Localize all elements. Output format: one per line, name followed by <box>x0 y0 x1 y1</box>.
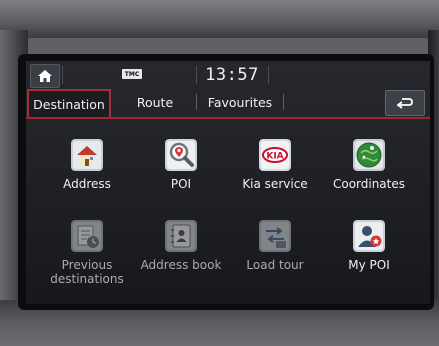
address-book-icon <box>165 220 197 252</box>
kia-logo-icon: KIA <box>259 139 291 171</box>
globe-coordinates-icon <box>353 139 385 171</box>
home-button[interactable] <box>30 64 60 88</box>
menu-item-my-poi[interactable]: My POI <box>321 220 417 272</box>
status-bar: TMC 13:57 <box>26 61 430 88</box>
menu-item-label-line: destinations <box>50 272 124 286</box>
menu-item-label: POI <box>170 177 192 191</box>
menu-item-load-tour[interactable]: Load tour <box>227 220 323 272</box>
menu-item-label: Coordinates <box>332 177 406 191</box>
home-icon <box>38 70 52 82</box>
status-divider <box>62 66 63 84</box>
menu-item-label: Address book <box>140 258 222 272</box>
menu-item-coordinates[interactable]: Coordinates <box>321 139 417 191</box>
address-house-icon <box>71 139 103 171</box>
tmc-indicator: TMC <box>122 69 142 79</box>
load-tour-icon <box>259 220 291 252</box>
back-arrow-icon <box>396 98 413 109</box>
svg-text:KIA: KIA <box>266 152 283 162</box>
dashboard-bezel-top <box>0 0 439 38</box>
poi-magnifier-icon <box>165 139 197 171</box>
tab-divider <box>283 94 284 110</box>
navigation-screen: TMC 13:57 Destination Route Favourites A… <box>26 61 430 304</box>
menu-item-address[interactable]: Address <box>39 139 135 191</box>
menu-item-label: Previous destinations <box>39 258 135 286</box>
menu-item-label: Address <box>63 177 111 191</box>
my-poi-icon <box>353 220 385 252</box>
tab-route[interactable]: Route <box>114 91 196 114</box>
menu-item-label: My POI <box>348 258 390 272</box>
tab-favourites[interactable]: Favourites <box>198 91 282 114</box>
menu-item-label-line: Previous <box>61 258 113 272</box>
status-divider <box>268 66 269 84</box>
tab-underline <box>26 117 430 119</box>
menu-item-kia-service[interactable]: KIA Kia service <box>227 139 323 191</box>
back-button[interactable] <box>385 90 425 116</box>
menu-item-label: Kia service <box>242 177 308 191</box>
clock: 13:57 <box>205 65 259 85</box>
menu-item-previous-destinations[interactable]: Previous destinations <box>39 220 135 286</box>
status-divider <box>196 66 197 84</box>
tab-destination[interactable]: Destination <box>27 89 111 117</box>
menu-item-address-book[interactable]: Address book <box>133 220 229 272</box>
menu-item-poi[interactable]: POI <box>133 139 229 191</box>
menu-item-label: Load tour <box>246 258 304 272</box>
previous-destinations-icon <box>71 220 103 252</box>
tab-divider <box>196 94 197 110</box>
